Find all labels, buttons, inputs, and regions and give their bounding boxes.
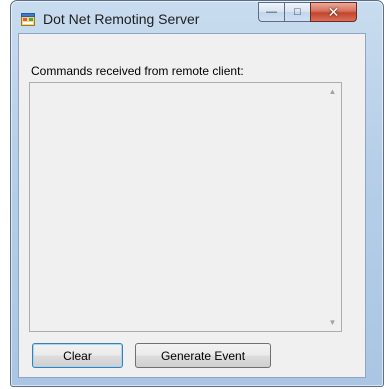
generate-event-button[interactable]: Generate Event (135, 343, 271, 368)
caption-buttons: — □ ✕ (258, 2, 357, 22)
minimize-icon: — (266, 6, 277, 18)
maximize-button[interactable]: □ (284, 2, 310, 22)
clear-button[interactable]: Clear (32, 343, 123, 368)
scroll-down-arrow-icon[interactable]: ▼ (324, 314, 341, 331)
minimize-button[interactable]: — (258, 2, 284, 22)
scroll-up-arrow-icon[interactable]: ▲ (324, 83, 341, 100)
maximize-icon: □ (294, 6, 301, 18)
vertical-scrollbar[interactable]: ▲ ▼ (324, 83, 341, 331)
commands-textbox[interactable]: ▲ ▼ (29, 82, 342, 332)
form-client-area: Commands received from remote client: ▲ … (18, 33, 366, 378)
application-form-icon (21, 13, 35, 26)
commands-label: Commands received from remote client: (31, 64, 244, 78)
close-icon: ✕ (327, 3, 340, 20)
close-button[interactable]: ✕ (310, 2, 357, 22)
window-title: Dot Net Remoting Server (43, 11, 200, 27)
